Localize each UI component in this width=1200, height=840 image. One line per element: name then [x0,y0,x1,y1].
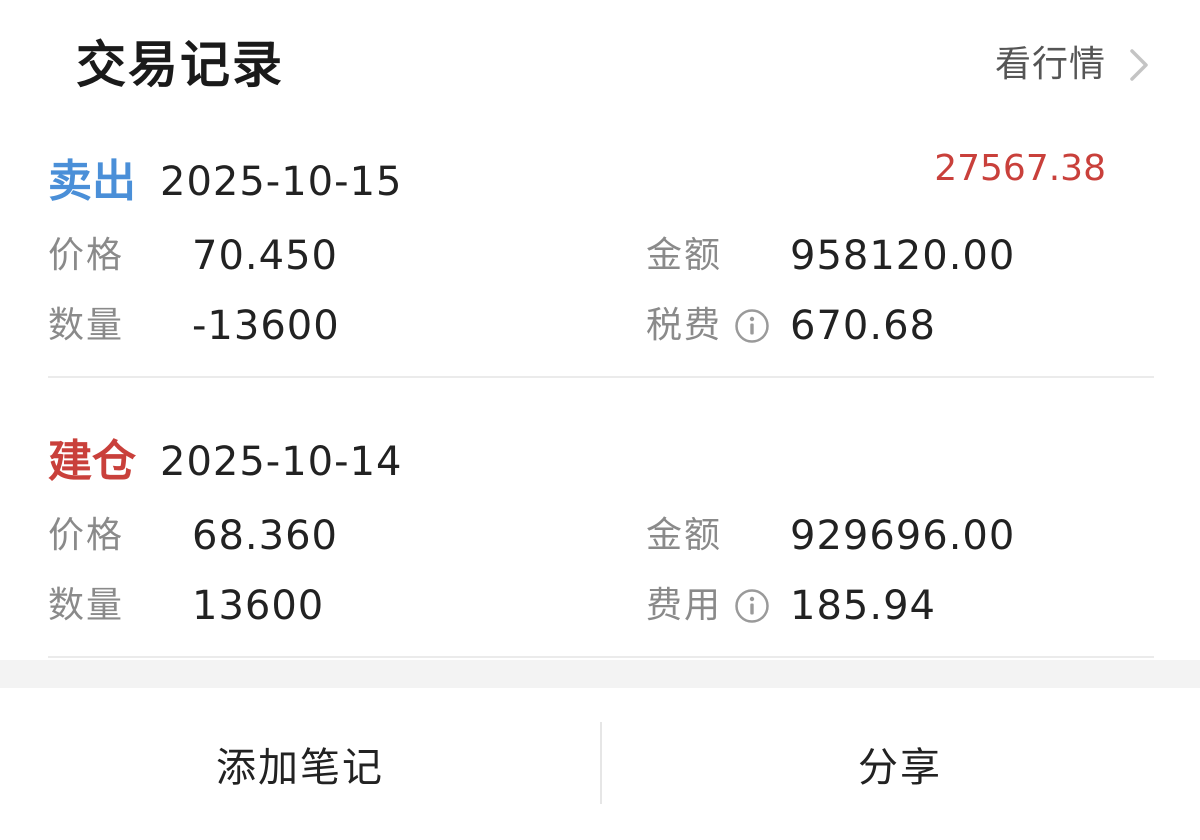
record-date: 2025-10-15 [160,159,403,205]
info-icon[interactable] [734,308,770,344]
share-button[interactable]: 分享 [600,688,1200,840]
fee-value: 670.68 [790,303,936,349]
chevron-right-icon [1130,49,1148,81]
info-icon[interactable] [734,588,770,624]
quantity-field: 数量 13600 [48,578,324,634]
amount-label: 金额 [646,515,723,556]
section-divider [0,660,1200,688]
record-profit: 27567.38 [934,148,1106,189]
add-note-button[interactable]: 添加笔记 [0,688,600,840]
amount-field: 金额 958120.00 [646,228,1015,284]
trade-record-sell[interactable]: 卖出 2025-10-15 27567.38 价格 70.450 金额 9581… [48,140,1154,378]
quantity-label: 数量 [48,585,125,626]
price-field: 价格 68.360 [48,508,338,564]
record-date: 2025-10-14 [160,439,403,485]
fee-field: 税费 670.68 [646,298,936,354]
amount-label: 金额 [646,235,723,276]
quantity-label: 数量 [48,305,125,346]
quantity-value: -13600 [192,303,340,349]
trade-records-page: 交易记录 看行情 卖出 2025-10-15 27567.38 价格 70.45… [0,0,1200,840]
price-label: 价格 [48,515,125,556]
amount-value: 929696.00 [790,513,1016,559]
view-market-link[interactable]: 看行情 [995,40,1152,90]
page-title: 交易记录 [76,36,284,94]
bottom-action-bar: 添加笔记 分享 [0,688,1200,840]
record-type-label: 卖出 [48,156,136,207]
fee-field: 费用 185.94 [646,578,936,634]
trade-record-open[interactable]: 建仓 2025-10-14 价格 68.360 金额 929696.00 数量 … [48,420,1154,658]
record-header: 建仓 2025-10-14 [48,432,402,492]
fee-value: 185.94 [790,583,936,629]
price-field: 价格 70.450 [48,228,338,284]
amount-value: 958120.00 [790,233,1016,279]
record-header: 卖出 2025-10-15 [48,152,402,212]
amount-field: 金额 929696.00 [646,508,1015,564]
price-label: 价格 [48,235,125,276]
record-type-label: 建仓 [48,436,136,487]
quantity-value: 13600 [192,583,325,629]
header: 交易记录 看行情 [0,0,1200,130]
view-market-label: 看行情 [994,44,1106,85]
price-value: 70.450 [192,233,338,279]
quantity-field: 数量 -13600 [48,298,340,354]
price-value: 68.360 [192,513,338,559]
